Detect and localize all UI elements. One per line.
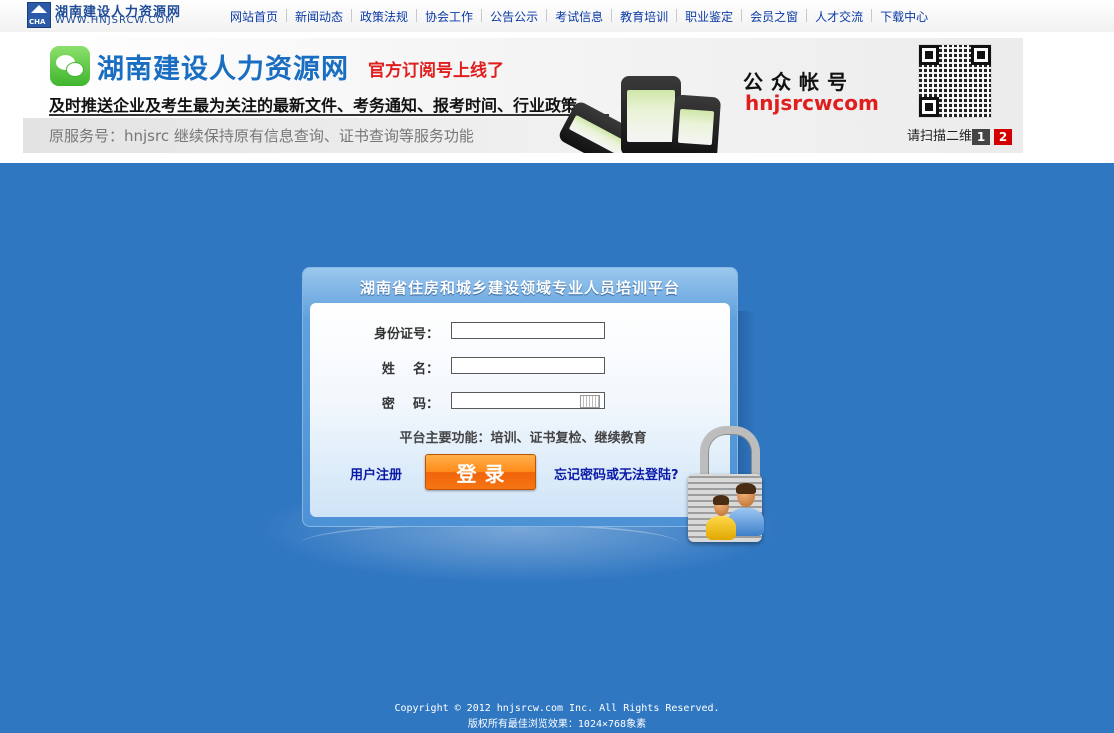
logo-house-icon: CHA [27, 2, 51, 28]
login-button[interactable]: 登录 [425, 454, 536, 490]
nav-item-association[interactable]: 协会工作 [416, 8, 482, 25]
nav-item-notices[interactable]: 公告公示 [481, 8, 547, 25]
top-navigation-bar: CHA 湖南建设人力资源网 WWW.HNJSRCW.COM 网站首页 新闻动态 … [0, 0, 1114, 32]
user-icon [706, 495, 736, 540]
keyboard-icon[interactable] [580, 395, 600, 408]
banner-divider [49, 114, 609, 116]
id-number-label: 身份证号： [373, 327, 439, 342]
main-area: 湖南省住房和城乡建设领域专业人员培训平台 身份证号： 姓 名： 密 码： 平台主… [0, 163, 1114, 733]
site-logo[interactable]: CHA 湖南建设人力资源网 WWW.HNJSRCW.COM [27, 1, 197, 28]
login-title: 湖南省住房和城乡建设领域专业人员培训平台 [359, 279, 680, 297]
register-link[interactable]: 用户注册 [350, 464, 402, 483]
decorative-arc [300, 523, 680, 565]
nav-item-news[interactable]: 新闻动态 [286, 8, 352, 25]
nav-item-training[interactable]: 教育培训 [611, 8, 677, 25]
logo-url: WWW.HNJSRCW.COM [55, 15, 175, 26]
nav-item-downloads[interactable]: 下载中心 [871, 8, 937, 25]
forgot-password-link[interactable]: 忘记密码或无法登陆? [554, 464, 679, 483]
banner-headline: 及时推送企业及考生最为关注的最新文件、考务通知、报考时间、行业政策 [49, 96, 578, 115]
account-id: hnjsrcwcom [745, 91, 879, 115]
promo-banner[interactable]: 湖南建设人力资源网 官方订阅号上线了 及时推送企业及考生最为关注的最新文件、考务… [23, 38, 1023, 153]
banner-tag: 官方订阅号上线了 [368, 61, 504, 81]
pager-button-1[interactable]: 1 [972, 129, 990, 145]
nav-item-policy[interactable]: 政策法规 [351, 8, 417, 25]
copyright-text: Copyright © 2012 hnjsrcw.com Inc. All Ri… [394, 703, 720, 714]
nav-item-exams[interactable]: 考试信息 [546, 8, 612, 25]
nav-item-members[interactable]: 会员之窗 [741, 8, 807, 25]
name-input[interactable] [451, 357, 605, 374]
page-footer: Copyright © 2012 hnjsrcw.com Inc. All Ri… [0, 701, 1114, 733]
banner-subline: 原服务号：hnjsrc 继续保持原有信息查询、证书查询等服务功能 [49, 127, 474, 145]
nav-item-talent[interactable]: 人才交流 [806, 8, 872, 25]
name-label: 姓 名： [381, 362, 439, 377]
main-nav: 网站首页 新闻动态 政策法规 协会工作 公告公示 考试信息 教育培训 职业鉴定 … [222, 0, 937, 32]
banner-title: 湖南建设人力资源网 [97, 54, 349, 85]
id-number-input[interactable] [451, 322, 605, 339]
nav-item-appraisal[interactable]: 职业鉴定 [676, 8, 742, 25]
nav-item-home[interactable]: 网站首页 [222, 8, 287, 25]
pager-button-2[interactable]: 2 [994, 129, 1012, 145]
wechat-icon [50, 46, 90, 86]
best-view-text: 版权所有最佳浏览效果：1024×768象素 [467, 719, 647, 730]
login-form: 身份证号： 姓 名： 密 码： 平台主要功能：培训、证书复检、继续教育 用户注册… [310, 303, 730, 517]
qr-code-icon [918, 44, 992, 118]
banner-pager: 1 2 [968, 129, 1012, 145]
login-panel: 湖南省住房和城乡建设领域专业人员培训平台 身份证号： 姓 名： 密 码： 平台主… [302, 267, 738, 527]
padlock-users-icon [686, 426, 766, 546]
logo-mark-text: CHA [29, 18, 46, 26]
id-number-row: 身份证号： [310, 322, 730, 342]
password-row: 密 码： [310, 392, 730, 412]
name-row: 姓 名： [310, 357, 730, 377]
password-label: 密 码： [381, 397, 439, 412]
phone-illustration [670, 94, 722, 153]
platform-functions: 平台主要功能：培训、证书复检、继续教育 [399, 431, 647, 446]
